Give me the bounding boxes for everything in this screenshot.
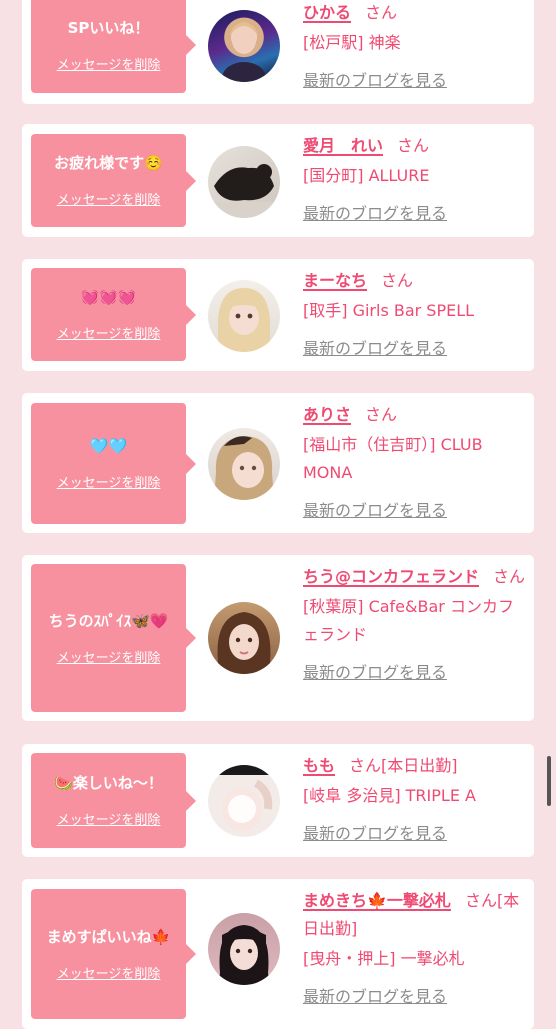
san-suffix: さん xyxy=(349,756,382,775)
message-card: まめすぱいいね🍁 メッセージを削除 まめきち🍁一撃必札 さん[本日出勤] [曳舟・… xyxy=(22,879,534,1029)
latest-blog-link[interactable]: 最新のブログを見る xyxy=(303,67,447,95)
profile-name-link[interactable]: ひかる xyxy=(303,3,351,22)
message-text: 🍉楽しいね〜！ xyxy=(54,774,163,792)
delete-message-link[interactable]: メッセージを削除 xyxy=(57,54,161,73)
latest-blog-link[interactable]: 最新のブログを見る xyxy=(303,200,447,228)
message-text: 🩵🩵 xyxy=(89,437,128,455)
avatar[interactable] xyxy=(208,146,280,218)
san-suffix: さん xyxy=(464,891,497,910)
san-suffix: さん xyxy=(397,136,430,155)
shop-label: [岐阜 多治見] TRIPLE A xyxy=(303,786,476,805)
san-suffix: さん xyxy=(381,271,414,290)
message-bubble: お疲れ様です☺️ メッセージを削除 xyxy=(31,134,196,227)
message-bubble: ちうのｽﾊﾟｲｽ🦋💗 メッセージを削除 xyxy=(31,564,196,712)
profile-info: もも さん[本日出勤] [岐阜 多治見] TRIPLE A 最新のブログを見る xyxy=(303,752,528,848)
profile-name-link[interactable]: まめきち🍁一撃必札 xyxy=(303,891,451,910)
profile-info: まめきち🍁一撃必札 さん[本日出勤] [曳舟・押上] 一撃必札 最新のブログを見る xyxy=(303,887,528,1011)
profile-name-link[interactable]: ありさ xyxy=(303,405,351,424)
profile-name-link[interactable]: もも xyxy=(303,756,335,775)
profile-info: 愛月 れい さん [国分町] ALLURE 最新のブログを見る xyxy=(303,132,528,228)
message-bubble: 🩵🩵 メッセージを削除 xyxy=(31,403,196,524)
avatar[interactable] xyxy=(208,280,280,352)
avatar[interactable] xyxy=(208,10,280,82)
message-card: 🍉楽しいね〜！ メッセージを削除 もも さん[本日出勤] [岐阜 多治見] TRI… xyxy=(22,744,534,857)
avatar-photo xyxy=(218,288,270,352)
avatar[interactable] xyxy=(208,913,280,985)
message-card: SPいいね！ メッセージを削除 ひかる さん [松戸駅] 神楽 最新のブログを見る xyxy=(22,0,534,104)
latest-blog-link[interactable]: 最新のブログを見る xyxy=(303,335,447,363)
avatar-photo xyxy=(218,925,270,985)
avatar-photo xyxy=(214,612,274,674)
message-card: お疲れ様です☺️ メッセージを削除 愛月 れい さん [国分町] ALLURE 最… xyxy=(22,124,534,237)
shop-label: [取手] Girls Bar SPELL xyxy=(303,301,475,320)
latest-blog-link[interactable]: 最新のブログを見る xyxy=(303,983,447,1011)
avatar[interactable] xyxy=(208,765,280,837)
message-card: ちうのｽﾊﾟｲｽ🦋💗 メッセージを削除 ちう@コンカフェランド さん [秋葉原] … xyxy=(22,555,534,721)
profile-name-link[interactable]: ちう@コンカフェランド xyxy=(303,567,479,586)
latest-blog-link[interactable]: 最新のブログを見る xyxy=(303,820,447,848)
message-text: お疲れ様です☺️ xyxy=(54,154,163,172)
shop-label: [秋葉原] Cafe&Bar コンカフェランド xyxy=(303,597,514,644)
message-bubble: 🍉楽しいね〜！ メッセージを削除 xyxy=(31,753,196,848)
avatar-photo xyxy=(208,164,280,218)
message-text: 💓💓💓 xyxy=(80,288,137,306)
message-card: 🩵🩵 メッセージを削除 ありさ さん [福山市（住吉町）] CLUB MONA 最… xyxy=(22,393,534,533)
profile-info: ありさ さん [福山市（住吉町）] CLUB MONA 最新のブログを見る xyxy=(303,401,528,525)
san-suffix: さん xyxy=(365,405,398,424)
delete-message-link[interactable]: メッセージを削除 xyxy=(57,963,161,982)
latest-blog-link[interactable]: 最新のブログを見る xyxy=(303,659,447,687)
message-bubble: 💓💓💓 メッセージを削除 xyxy=(31,268,196,361)
shop-label: [曳舟・押上] 一撃必札 xyxy=(303,949,465,968)
profile-info: ひかる さん [松戸駅] 神楽 最新のブログを見る xyxy=(303,0,528,95)
shop-label: [国分町] ALLURE xyxy=(303,166,430,185)
delete-message-link[interactable]: メッセージを削除 xyxy=(57,647,161,666)
profile-name-link[interactable]: まーなち xyxy=(303,271,367,290)
profile-info: まーなち さん [取手] Girls Bar SPELL 最新のブログを見る xyxy=(303,267,528,363)
san-suffix: さん xyxy=(365,3,398,22)
avatar-photo xyxy=(222,779,273,831)
avatar-photo xyxy=(214,436,274,500)
delete-message-link[interactable]: メッセージを削除 xyxy=(57,809,161,828)
avatar[interactable] xyxy=(208,602,280,674)
avatar[interactable] xyxy=(208,428,280,500)
delete-message-link[interactable]: メッセージを削除 xyxy=(57,472,161,491)
message-text: まめすぱいいね🍁 xyxy=(46,927,171,946)
shop-label: [福山市（住吉町）] CLUB MONA xyxy=(303,435,483,482)
delete-message-link[interactable]: メッセージを削除 xyxy=(57,189,161,208)
profile-name-link[interactable]: 愛月 れい xyxy=(303,136,383,155)
latest-blog-link[interactable]: 最新のブログを見る xyxy=(303,497,447,525)
scrollbar[interactable] xyxy=(547,756,551,806)
san-suffix: さん xyxy=(493,567,526,586)
message-text: ちうのｽﾊﾟｲｽ🦋💗 xyxy=(48,611,169,630)
status-label: [本日出勤] xyxy=(381,756,458,775)
message-bubble: SPいいね！ メッセージを削除 xyxy=(31,0,196,93)
message-text: SPいいね！ xyxy=(67,18,150,37)
shop-label: [松戸駅] 神楽 xyxy=(303,33,401,52)
message-card: 💓💓💓 メッセージを削除 まーなち さん [取手] Girls Bar SPELL… xyxy=(22,259,534,371)
delete-message-link[interactable]: メッセージを削除 xyxy=(57,323,161,342)
profile-info: ちう@コンカフェランド さん [秋葉原] Cafe&Bar コンカフェランド 最新… xyxy=(303,563,528,687)
avatar-photo xyxy=(222,22,266,82)
